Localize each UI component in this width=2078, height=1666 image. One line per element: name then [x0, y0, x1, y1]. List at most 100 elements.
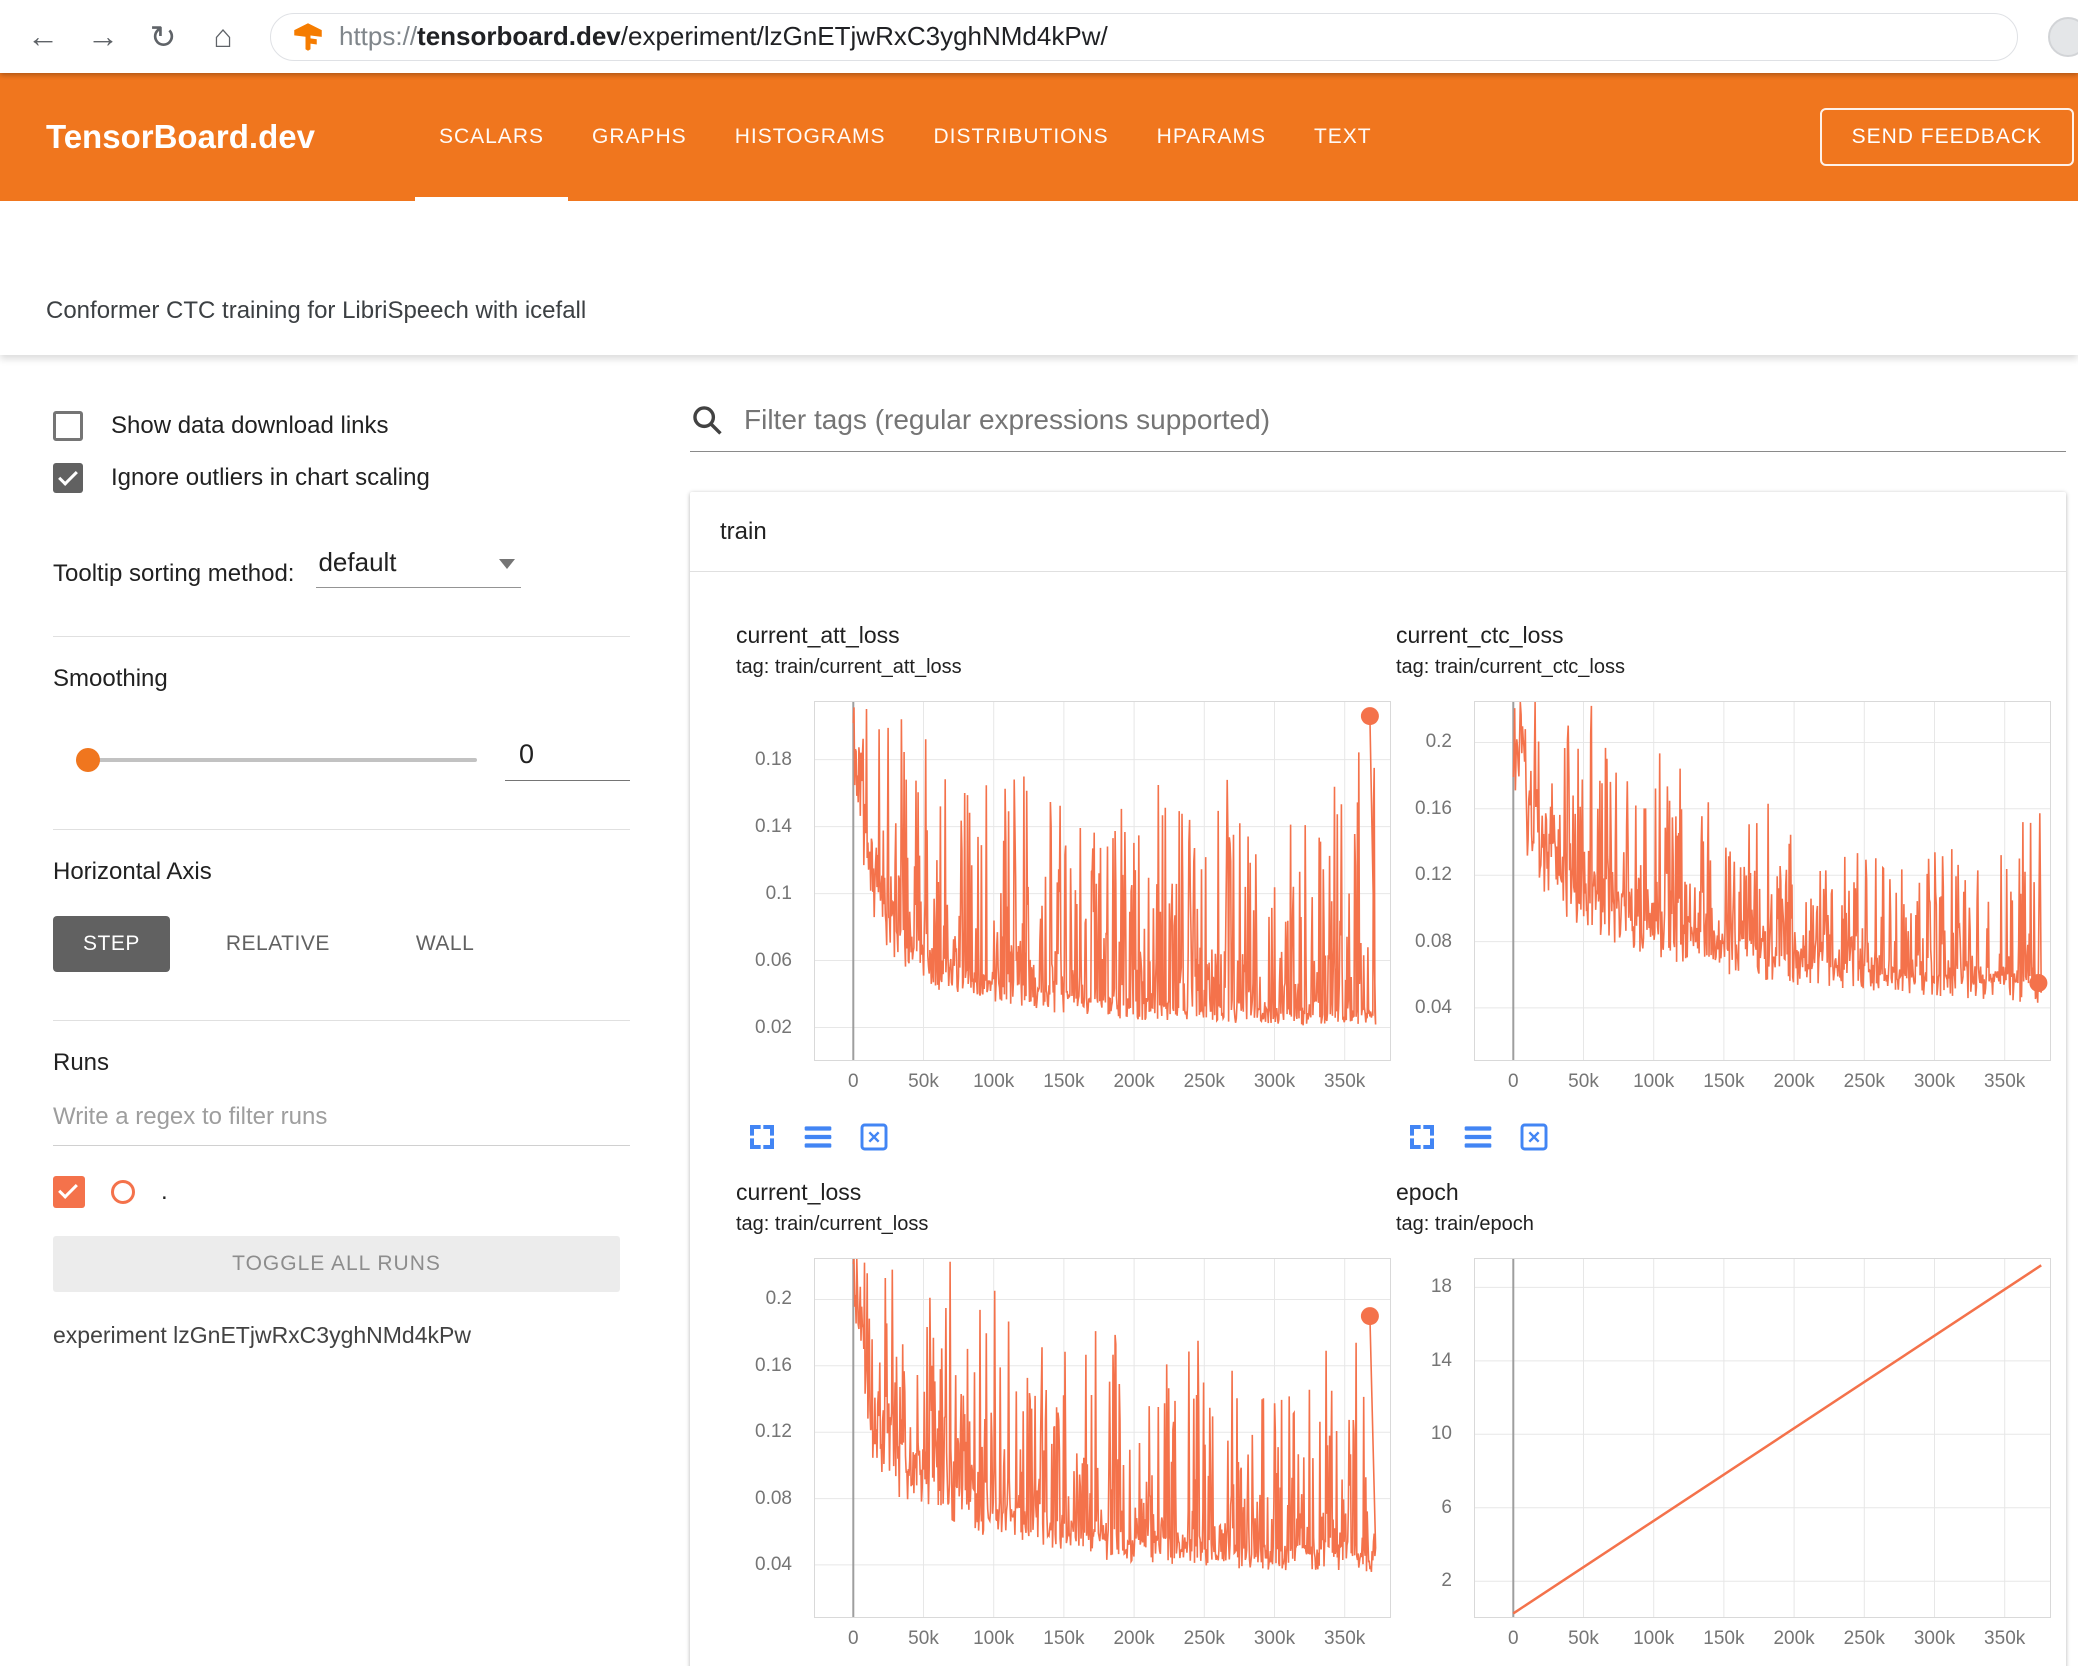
- smoothing-slider-row: 0: [53, 739, 645, 781]
- x-tick-label: 0: [1508, 1628, 1519, 1649]
- chart-tag: tag: train/current_ctc_loss: [1396, 656, 1625, 678]
- chart-card: current_ctc_loss tag: train/current_ctc_…: [1396, 622, 2056, 1153]
- runs-filter-input[interactable]: [53, 1103, 630, 1146]
- divider: [53, 829, 630, 830]
- axis-wall-button[interactable]: WALL: [386, 916, 504, 972]
- y-tick-label: 0.2: [1425, 731, 1452, 753]
- chart-area: 0.04 0.08 0.12 0.16 0.2: [1396, 701, 2056, 1061]
- x-tick-label: 0: [848, 1071, 859, 1092]
- run-name: .: [161, 1178, 168, 1205]
- url-text: https://tensorboard.dev/experiment/lzGnE…: [339, 21, 1108, 52]
- y-tick-label: 18: [1430, 1276, 1452, 1298]
- divider: [53, 636, 630, 637]
- chart-plot[interactable]: [814, 1258, 1391, 1618]
- y-axis-labels: 0.02 0.06 0.1 0.14 0.18: [736, 701, 802, 1061]
- tooltip-sorting-select[interactable]: default: [316, 547, 522, 588]
- x-tick-label: 150k: [1703, 1071, 1745, 1092]
- tab-graphs[interactable]: GRAPHS: [568, 73, 711, 201]
- x-tick-label: 0: [1508, 1071, 1519, 1092]
- x-tick-label: 350k: [1324, 1071, 1366, 1092]
- y-axis-labels: 2 6 10 14 18: [1396, 1258, 1462, 1618]
- fullscreen-icon[interactable]: [746, 1121, 778, 1153]
- chart-tag: tag: train/epoch: [1396, 1213, 1534, 1235]
- browser-avatar[interactable]: [2048, 17, 2078, 57]
- experiment-id-label: experiment lzGnETjwRxC3yghNMd4kPw: [53, 1322, 471, 1348]
- x-tick-label: 250k: [1843, 1628, 1885, 1649]
- chart-title: current_loss: [736, 1179, 862, 1205]
- x-tick-label: 200k: [1113, 1628, 1155, 1649]
- content: Show data download links Ignore outliers…: [0, 355, 2078, 1666]
- show-download-links-row[interactable]: Show data download links: [53, 411, 645, 441]
- run-color-circle[interactable]: [111, 1180, 135, 1204]
- chart-actions: [1406, 1121, 2056, 1153]
- train-group-header[interactable]: train: [690, 492, 2066, 572]
- tooltip-sorting-row: Tooltip sorting method: default: [53, 547, 645, 588]
- tab-distributions[interactable]: DISTRIBUTIONS: [909, 73, 1132, 201]
- home-icon[interactable]: ⌂: [200, 18, 246, 55]
- tab-scalars[interactable]: SCALARS: [414, 73, 569, 201]
- run-row: .: [53, 1176, 645, 1208]
- x-tick-label: 300k: [1913, 1628, 1956, 1649]
- x-tick-label: 200k: [1773, 1628, 1815, 1649]
- send-feedback-button[interactable]: SEND FEEDBACK: [1819, 108, 2074, 166]
- data-table-icon[interactable]: [1462, 1121, 1494, 1153]
- url-scheme: https://: [339, 21, 418, 51]
- y-tick-label: 0.04: [755, 1553, 792, 1575]
- run-checkbox[interactable]: [53, 1176, 85, 1208]
- x-axis-labels: 0 50k 100k 150k 200k 250k 300k 350k: [814, 1071, 1391, 1097]
- chart-plot[interactable]: [1474, 701, 2051, 1061]
- show-download-links-checkbox[interactable]: [53, 411, 83, 441]
- fit-domain-icon[interactable]: [858, 1121, 890, 1153]
- chart-area: 0.02 0.06 0.1 0.14 0.18: [736, 701, 1396, 1061]
- ignore-outliers-row[interactable]: Ignore outliers in chart scaling: [53, 463, 645, 493]
- x-tick-label: 300k: [1253, 1071, 1296, 1092]
- main-panel: train current_att_loss tag: train/curren…: [645, 355, 2078, 1666]
- tab-hparams[interactable]: HPARAMS: [1133, 73, 1290, 201]
- smoothing-label: Smoothing: [53, 665, 168, 692]
- brand-logo[interactable]: TensorBoard.dev: [46, 118, 315, 156]
- x-tick-label: 150k: [1703, 1628, 1745, 1649]
- y-tick-label: 2: [1441, 1570, 1452, 1592]
- forward-icon[interactable]: →: [80, 18, 126, 55]
- chart-plot[interactable]: [814, 701, 1391, 1061]
- y-tick-label: 0.16: [1415, 797, 1452, 819]
- x-tick-label: 150k: [1043, 1071, 1085, 1092]
- tag-filter-input[interactable]: [744, 404, 2066, 436]
- axis-step-button[interactable]: STEP: [53, 916, 170, 972]
- y-tick-label: 0.08: [1415, 930, 1452, 952]
- axis-relative-button[interactable]: RELATIVE: [196, 916, 360, 972]
- y-tick-label: 0.08: [755, 1487, 792, 1509]
- x-tick-label: 250k: [1183, 1628, 1225, 1649]
- y-tick-label: 6: [1441, 1496, 1452, 1518]
- chart-plot[interactable]: [1474, 1258, 2051, 1618]
- fit-domain-icon[interactable]: [1518, 1121, 1550, 1153]
- x-tick-label: 300k: [1253, 1628, 1296, 1649]
- url-bar[interactable]: https://tensorboard.dev/experiment/lzGnE…: [270, 12, 2018, 61]
- data-table-icon[interactable]: [802, 1121, 834, 1153]
- smoothing-slider-thumb[interactable]: [76, 748, 100, 772]
- ignore-outliers-checkbox[interactable]: [53, 463, 83, 493]
- y-tick-label: 10: [1430, 1423, 1452, 1445]
- horizontal-axis-label: Horizontal Axis: [53, 858, 212, 885]
- tab-text[interactable]: TEXT: [1290, 73, 1396, 201]
- tag-filter-row: [690, 403, 2066, 452]
- chart-title: epoch: [1396, 1179, 1459, 1205]
- fullscreen-icon[interactable]: [1406, 1121, 1438, 1153]
- chart-tag: tag: train/current_att_loss: [736, 656, 962, 678]
- nav-tabs: SCALARS GRAPHS HISTOGRAMS DISTRIBUTIONS …: [414, 73, 1396, 201]
- x-tick-label: 250k: [1843, 1071, 1885, 1092]
- y-tick-label: 0.06: [755, 949, 792, 971]
- reload-icon[interactable]: ↻: [140, 18, 186, 56]
- y-tick-label: 0.12: [1415, 864, 1452, 886]
- sidebar: Show data download links Ignore outliers…: [0, 355, 645, 1666]
- x-tick-label: 350k: [1984, 1071, 2026, 1092]
- tab-histograms[interactable]: HISTOGRAMS: [711, 73, 910, 201]
- charts-grid: current_att_loss tag: train/current_att_…: [690, 572, 2066, 1666]
- x-tick-label: 350k: [1324, 1628, 1366, 1649]
- smoothing-slider[interactable]: [76, 748, 477, 772]
- chart-area: 2 6 10 14 18: [1396, 1258, 2056, 1618]
- smoothing-value-field[interactable]: 0: [505, 739, 630, 781]
- x-tick-label: 50k: [908, 1628, 939, 1649]
- toggle-all-runs-button[interactable]: TOGGLE ALL RUNS: [53, 1236, 620, 1292]
- back-icon[interactable]: ←: [20, 18, 66, 55]
